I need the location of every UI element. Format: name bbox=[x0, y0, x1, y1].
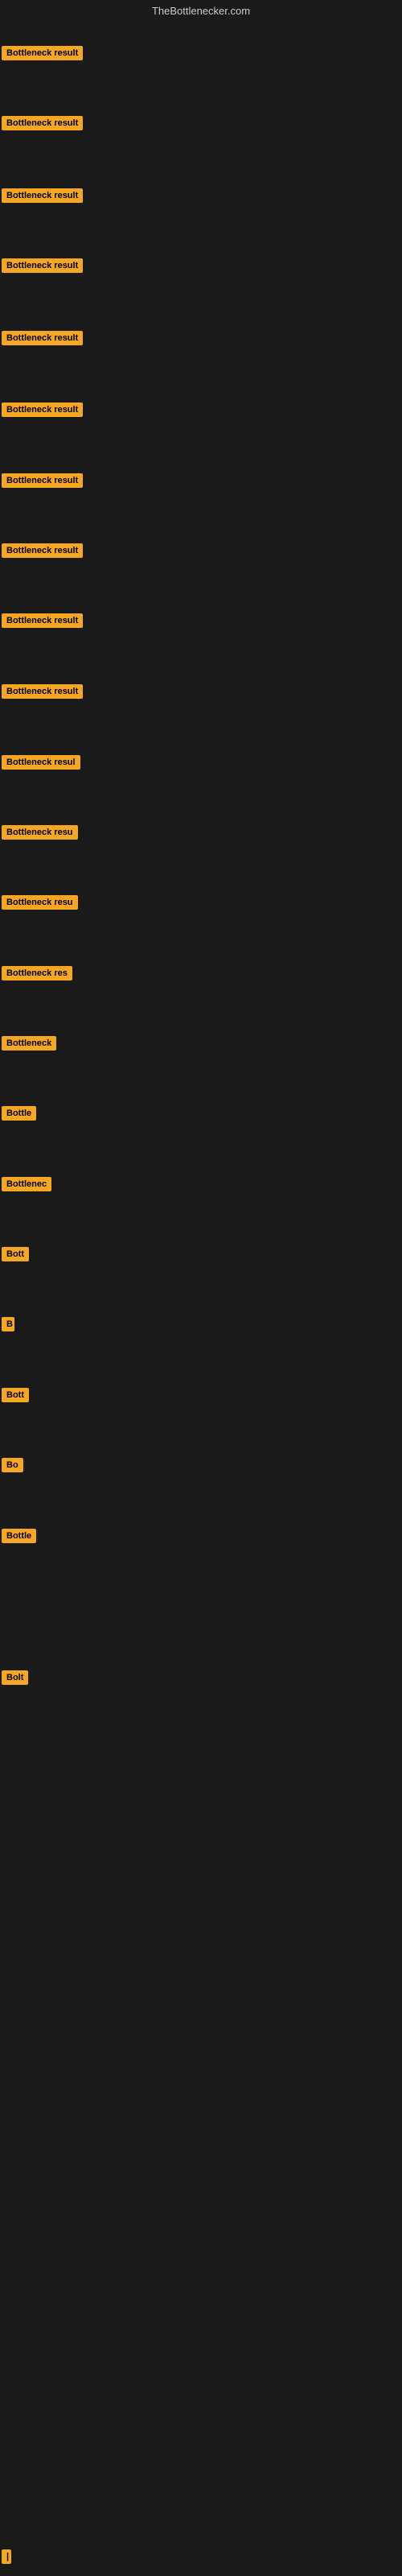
bottleneck-result-badge[interactable]: Bottleneck result bbox=[2, 543, 83, 558]
badge-container-9: Bottleneck result bbox=[2, 613, 83, 632]
bottleneck-result-badge[interactable]: Bottleneck result bbox=[2, 613, 83, 628]
bottleneck-result-badge[interactable]: Bottleneck result bbox=[2, 258, 83, 273]
bottleneck-result-badge[interactable]: Bottleneck result bbox=[2, 402, 83, 417]
badge-container-23: Bolt bbox=[2, 1670, 28, 1689]
bottleneck-result-badge[interactable]: Bottleneck resu bbox=[2, 825, 78, 840]
bottleneck-result-badge[interactable]: B bbox=[2, 1317, 14, 1331]
bottleneck-result-badge[interactable]: Bott bbox=[2, 1247, 29, 1261]
bottleneck-result-badge[interactable]: Bottle bbox=[2, 1529, 36, 1543]
badge-container-20: Bott bbox=[2, 1388, 29, 1406]
bottleneck-result-badge[interactable]: Bottleneck result bbox=[2, 473, 83, 488]
badge-container-6: Bottleneck result bbox=[2, 402, 83, 421]
badge-container-8: Bottleneck result bbox=[2, 543, 83, 562]
bottleneck-result-badge[interactable]: Bottlenec bbox=[2, 1177, 51, 1191]
badge-container-10: Bottleneck result bbox=[2, 684, 83, 703]
bottleneck-result-badge[interactable]: Bottle bbox=[2, 1106, 36, 1121]
badge-container-3: Bottleneck result bbox=[2, 188, 83, 207]
bottleneck-result-badge[interactable]: Bo bbox=[2, 1458, 23, 1472]
badge-container-13: Bottleneck resu bbox=[2, 895, 78, 914]
badge-container-12: Bottleneck resu bbox=[2, 825, 78, 844]
bottleneck-result-badge[interactable]: Bott bbox=[2, 1388, 29, 1402]
badge-container-11: Bottleneck resul bbox=[2, 755, 80, 774]
bottleneck-result-badge[interactable]: Bottleneck bbox=[2, 1036, 56, 1051]
badge-container-17: Bottlenec bbox=[2, 1177, 51, 1195]
badge-container-24: | bbox=[2, 2549, 11, 2568]
bottleneck-result-badge[interactable]: Bottleneck resul bbox=[2, 755, 80, 770]
bottleneck-result-badge[interactable]: | bbox=[2, 2549, 11, 2564]
badge-container-22: Bottle bbox=[2, 1529, 36, 1547]
badge-container-7: Bottleneck result bbox=[2, 473, 83, 492]
badge-container-14: Bottleneck res bbox=[2, 966, 72, 985]
badge-container-19: B bbox=[2, 1317, 14, 1335]
bottleneck-result-badge[interactable]: Bottleneck res bbox=[2, 966, 72, 980]
bottleneck-result-badge[interactable]: Bottleneck result bbox=[2, 331, 83, 345]
bottleneck-result-badge[interactable]: Bottleneck result bbox=[2, 116, 83, 130]
bottleneck-result-badge[interactable]: Bottleneck result bbox=[2, 188, 83, 203]
bottleneck-result-badge[interactable]: Bottleneck result bbox=[2, 46, 83, 60]
badge-container-18: Bott bbox=[2, 1247, 29, 1265]
badge-container-1: Bottleneck result bbox=[2, 46, 83, 64]
badge-container-5: Bottleneck result bbox=[2, 331, 83, 349]
bottleneck-result-badge[interactable]: Bottleneck result bbox=[2, 684, 83, 699]
badge-container-16: Bottle bbox=[2, 1106, 36, 1125]
bottleneck-result-badge[interactable]: Bottleneck resu bbox=[2, 895, 78, 910]
badge-container-15: Bottleneck bbox=[2, 1036, 56, 1055]
badge-container-2: Bottleneck result bbox=[2, 116, 83, 134]
site-title: TheBottlenecker.com bbox=[0, 0, 402, 22]
badge-container-4: Bottleneck result bbox=[2, 258, 83, 277]
bottleneck-result-badge[interactable]: Bolt bbox=[2, 1670, 28, 1685]
badge-container-21: Bo bbox=[2, 1458, 23, 1476]
